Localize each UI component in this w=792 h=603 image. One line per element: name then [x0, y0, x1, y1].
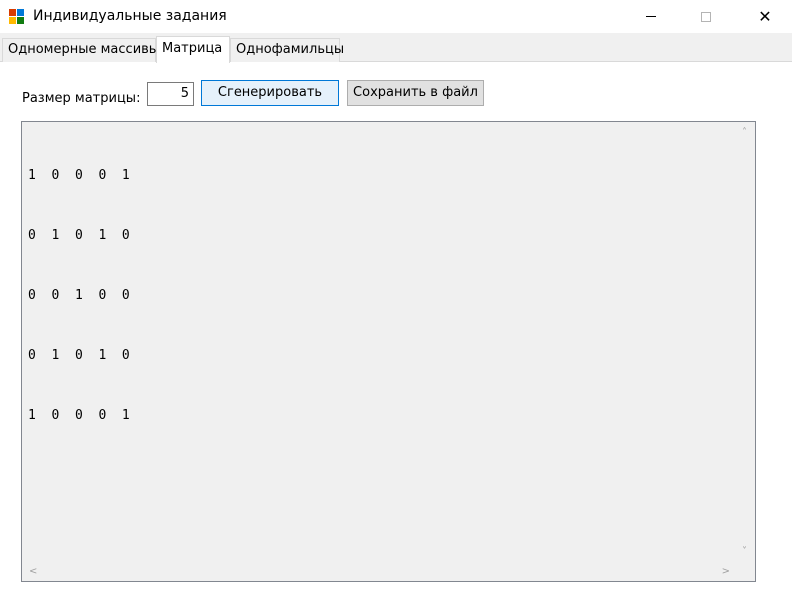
- close-icon: ✕: [758, 7, 772, 26]
- matrix-row: 0 1 0 1 0: [28, 348, 130, 363]
- minimize-button[interactable]: [628, 0, 674, 33]
- matrix-row: 1 0 0 0 1: [28, 408, 130, 423]
- scroll-left-icon[interactable]: <: [29, 567, 37, 577]
- close-button[interactable]: ✕: [742, 0, 788, 33]
- tab-matrix[interactable]: Матрица: [156, 36, 230, 63]
- maximize-icon: [701, 11, 711, 22]
- maximize-button[interactable]: [683, 0, 729, 33]
- scroll-up-icon[interactable]: ˄: [742, 128, 747, 138]
- scroll-right-icon[interactable]: >: [722, 567, 730, 577]
- matrix-row: 0 0 1 0 0: [28, 288, 130, 303]
- tab-one-dimensional-arrays[interactable]: Одномерные массивы: [2, 38, 159, 62]
- tab-namesakes[interactable]: Однофамильцы: [230, 38, 344, 62]
- window-title: Индивидуальные задания: [33, 8, 227, 24]
- title-bar: Индивидуальные задания ✕: [0, 0, 792, 33]
- matrix-output: 1 0 0 0 1 0 1 0 1 0 0 0 1 0 0 0 1 0 1 0 …: [28, 126, 130, 466]
- matrix-size-label: Размер матрицы:: [22, 91, 141, 106]
- vertical-scrollbar[interactable]: ˄ ˅: [738, 122, 755, 563]
- matrix-size-input[interactable]: 5: [147, 82, 194, 106]
- scroll-down-icon[interactable]: ˅: [742, 547, 747, 557]
- scroll-corner: [738, 564, 755, 581]
- horizontal-scrollbar[interactable]: < >: [22, 564, 738, 581]
- matrix-row: 0 1 0 1 0: [28, 228, 130, 243]
- generate-button[interactable]: Сгенерировать: [201, 80, 339, 106]
- save-to-file-button[interactable]: Сохранить в файл: [347, 80, 484, 106]
- minimize-icon: [646, 16, 656, 17]
- app-icon: [9, 9, 25, 25]
- matrix-output-textbox[interactable]: 1 0 0 0 1 0 1 0 1 0 0 0 1 0 0 0 1 0 1 0 …: [21, 121, 756, 582]
- matrix-row: 1 0 0 0 1: [28, 168, 130, 183]
